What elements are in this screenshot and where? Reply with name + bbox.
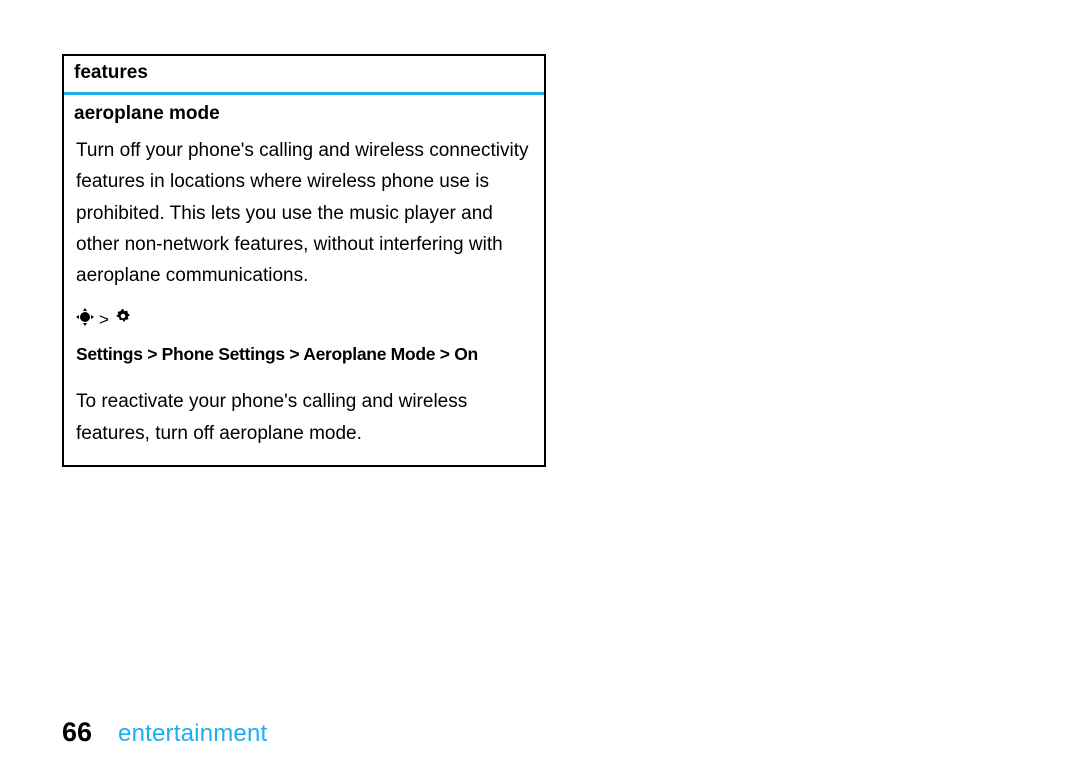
- menu-path-text: Settings > Phone Settings > Aeroplane Mo…: [76, 340, 478, 369]
- feature-header: features: [64, 56, 544, 95]
- settings-icon: [114, 306, 132, 335]
- section-title: entertainment: [118, 720, 267, 748]
- page-footer: 66 entertainment: [62, 717, 267, 748]
- feature-paragraph-1: Turn off your phone's calling and wirele…: [76, 135, 532, 292]
- feature-subhead: aeroplane mode: [64, 95, 544, 131]
- feature-paragraph-2: To reactivate your phone's calling and w…: [76, 386, 532, 449]
- feature-body: Turn off your phone's calling and wirele…: [64, 131, 544, 465]
- page-number: 66: [62, 717, 92, 748]
- menu-path: > Settings > Phone Settings > Aeroplane …: [76, 306, 532, 369]
- feature-table: features aeroplane mode Turn off your ph…: [62, 54, 546, 467]
- breadcrumb-separator: >: [99, 306, 109, 334]
- nav-key-icon: [76, 306, 94, 335]
